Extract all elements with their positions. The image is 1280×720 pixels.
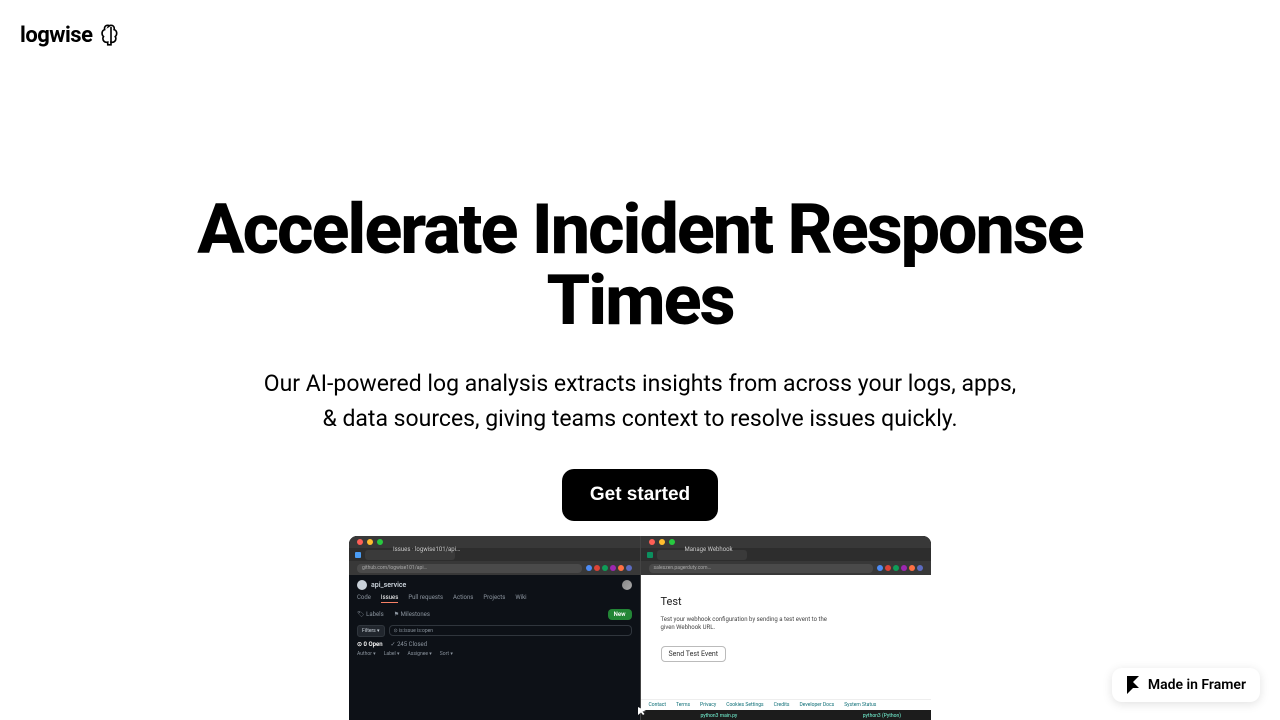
- terminal-strip: python3 main.py python3 (Python): [641, 710, 932, 720]
- sort-author: Author ▾: [357, 651, 376, 657]
- github-icon: [357, 580, 367, 590]
- traffic-zoom-icon: [669, 539, 675, 545]
- footer-link: Credits: [774, 702, 790, 708]
- preview-pane-github: Issues · logwise101/api… github.com/logw…: [349, 536, 641, 720]
- extension-icon: [901, 565, 907, 571]
- new-issue-button: New: [608, 609, 632, 620]
- extension-icon: [610, 565, 616, 571]
- terminal-file-label: python3 main.py: [701, 713, 738, 719]
- footer-link: Contact: [649, 702, 666, 708]
- avatar: [622, 580, 632, 590]
- framer-badge-text: Made in Framer: [1148, 677, 1246, 693]
- extension-icon: [893, 565, 899, 571]
- webhook-test-card: Test Test your webhook configuration by …: [655, 589, 906, 668]
- pagerduty-body: Test Test your webhook configuration by …: [641, 575, 932, 720]
- repo-tab-issues: Issues: [381, 594, 398, 603]
- extension-icon: [885, 565, 891, 571]
- sort-assignee: Assignee ▾: [408, 651, 432, 657]
- browser-tabbar: Manage Webhook: [641, 548, 932, 561]
- product-preview: Issues · logwise101/api… github.com/logw…: [349, 536, 931, 720]
- repo-name: api_service: [371, 581, 406, 589]
- extension-icon: [917, 565, 923, 571]
- footer-link: Developer Docs: [799, 702, 834, 708]
- hero-title: Accelerate Incident Response Times: [190, 195, 1090, 338]
- cursor-icon: [637, 706, 647, 716]
- extension-icon: [602, 565, 608, 571]
- repo-tab-code: Code: [357, 594, 371, 603]
- extension-icons: [877, 565, 923, 571]
- labels-link: 🏷 Labels: [357, 611, 384, 618]
- terminal-lang-label: python3 (Python): [863, 713, 901, 719]
- repo-tab-prs: Pull requests: [408, 594, 443, 603]
- framer-badge[interactable]: Made in Framer: [1112, 668, 1260, 702]
- site-header: logwise: [20, 22, 124, 48]
- browser-tabbar: Issues · logwise101/api…: [349, 548, 640, 561]
- brand-text[interactable]: logwise: [20, 23, 92, 48]
- repo-tabs: Code Issues Pull requests Actions Projec…: [357, 594, 632, 603]
- extension-icons: [586, 565, 632, 571]
- brain-icon: [98, 22, 124, 48]
- hero-subtitle: Our AI-powered log analysis extracts ins…: [260, 366, 1020, 437]
- extension-icon: [626, 565, 632, 571]
- open-count: ⊙ 0 Open: [357, 641, 383, 648]
- github-issues-body: api_service Code Issues Pull requests Ac…: [349, 575, 640, 720]
- repo-tab-wiki: Wiki: [515, 594, 526, 603]
- extension-icon: [594, 565, 600, 571]
- milestones-link: ⚑ Milestones: [394, 611, 430, 618]
- repo-tab-actions: Actions: [453, 594, 473, 603]
- sort-sort: Sort ▾: [440, 651, 453, 657]
- hero-section: Accelerate Incident Response Times Our A…: [190, 195, 1090, 521]
- browser-urlbar: github.com/logwise101/api…: [349, 561, 640, 575]
- extension-icon: [877, 565, 883, 571]
- preview-pane-pagerduty: Manage Webhook saleszen.pagerduty.com… T…: [641, 536, 932, 720]
- sort-options: Author ▾ Label ▾ Assignee ▾ Sort ▾: [357, 651, 632, 657]
- url-field: saleszen.pagerduty.com…: [649, 564, 874, 573]
- traffic-minimize-icon: [659, 539, 665, 545]
- get-started-button[interactable]: Get started: [562, 469, 718, 521]
- traffic-minimize-icon: [367, 539, 373, 545]
- tab-favicon-icon: [355, 552, 361, 558]
- traffic-close-icon: [649, 539, 655, 545]
- send-test-event-button: Send Test Event: [661, 646, 727, 662]
- repo-tab-projects: Projects: [483, 594, 505, 603]
- pagerduty-footer-links: Contact Terms Privacy Cookies Settings C…: [641, 699, 932, 710]
- extension-icon: [586, 565, 592, 571]
- browser-urlbar: saleszen.pagerduty.com…: [641, 561, 932, 575]
- browser-tab-title: Manage Webhook: [685, 546, 733, 553]
- extension-icon: [909, 565, 915, 571]
- filters-button: Filters ▾: [357, 625, 385, 637]
- footer-link: Privacy: [700, 702, 716, 708]
- tab-favicon-icon: [647, 552, 653, 558]
- sort-label: Label ▾: [384, 651, 400, 657]
- browser-tab-title: Issues · logwise101/api…: [393, 546, 460, 553]
- traffic-zoom-icon: [377, 539, 383, 545]
- issues-search-field: ⊙ is:issue is:open: [389, 625, 632, 636]
- framer-icon: [1126, 676, 1140, 694]
- footer-link: Terms: [676, 702, 690, 708]
- extension-icon: [618, 565, 624, 571]
- url-field: github.com/logwise101/api…: [357, 564, 582, 573]
- traffic-close-icon: [357, 539, 363, 545]
- card-description: Test your webhook configuration by sendi…: [661, 616, 831, 633]
- closed-count: ✓ 245 Closed: [391, 641, 428, 648]
- footer-link: Cookies Settings: [726, 702, 763, 708]
- card-title: Test: [661, 595, 900, 608]
- footer-link: System Status: [844, 702, 876, 708]
